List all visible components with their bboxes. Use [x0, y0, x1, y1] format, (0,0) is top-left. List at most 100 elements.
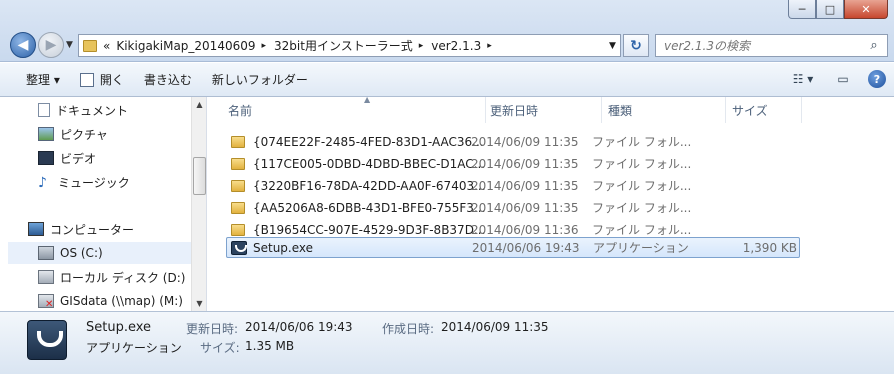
- change-view-button[interactable]: ☷ ▾: [788, 68, 818, 90]
- folder-icon: [231, 135, 245, 148]
- details-created-value: 2014/06/09 11:35: [441, 320, 549, 334]
- column-header-date[interactable]: 更新日時: [484, 97, 602, 123]
- open-label: 開く: [99, 73, 124, 87]
- file-date: 2014/06/09 11:35: [471, 156, 579, 171]
- music-icon: ♪: [38, 175, 47, 191]
- nav-item-label: ビデオ: [60, 151, 97, 166]
- nav-item-computer[interactable]: コンピューター: [28, 218, 188, 240]
- view-icon: ☷ ▾: [792, 72, 814, 86]
- maximize-button[interactable]: □: [816, 0, 844, 19]
- search-box[interactable]: ⌕: [655, 34, 888, 57]
- open-icon: [79, 72, 94, 87]
- folder-icon: [83, 39, 97, 52]
- video-icon: [38, 151, 54, 165]
- open-button[interactable]: 開く: [70, 68, 134, 92]
- nav-item-documents[interactable]: ドキュメント: [38, 99, 188, 121]
- nav-item-videos[interactable]: ビデオ: [38, 147, 188, 169]
- back-button[interactable]: ◀: [10, 32, 36, 58]
- search-icon[interactable]: ⌕: [861, 35, 887, 56]
- new-folder-label: 新しいフォルダー: [211, 73, 308, 87]
- file-date: 2014/06/09 11:35: [471, 178, 579, 193]
- organize-button[interactable]: 整理 ▾: [16, 68, 70, 92]
- column-header-label: 種類: [608, 103, 633, 118]
- preview-pane-button[interactable]: ▭: [828, 68, 858, 90]
- nav-item-label: ドキュメント: [56, 103, 129, 118]
- file-size: 1,390 KB: [742, 240, 797, 255]
- nav-item-os-c[interactable]: OS (C:): [8, 242, 192, 264]
- file-row[interactable]: {AA5206A8-6DBB-43D1-BFE0-755F3... 2014/0…: [226, 197, 800, 218]
- network-drive-icon: ✕: [38, 294, 54, 310]
- recent-pages-dropdown[interactable]: ▼: [66, 40, 73, 50]
- file-row[interactable]: {117CE005-0DBD-4DBD-BBEC-D1AC... 2014/06…: [226, 153, 800, 174]
- details-type: アプリケーション: [86, 341, 182, 355]
- forward-arrow-icon: ▶: [45, 37, 57, 53]
- file-row[interactable]: {3220BF16-78DA-42DD-AA0F-67403... 2014/0…: [226, 175, 800, 196]
- folder-icon: [231, 223, 245, 236]
- column-header-type[interactable]: 種類: [602, 97, 726, 123]
- file-name: Setup.exe: [253, 240, 314, 255]
- file-type: ファイル フォル...: [592, 201, 692, 215]
- details-modified-label: 更新日時:: [186, 322, 239, 336]
- column-header-label: 名前: [228, 103, 253, 118]
- new-folder-button[interactable]: 新しいフォルダー: [202, 68, 318, 92]
- file-date: 2014/06/09 11:35: [471, 200, 579, 215]
- search-input[interactable]: [664, 38, 854, 53]
- details-size-value: 1.35 MB: [245, 339, 295, 353]
- breadcrumb-separator-icon[interactable]: ▸: [487, 41, 492, 51]
- command-bar: 整理 ▾ 開く 書き込む 新しいフォルダー ☷ ▾ ▭ ?: [0, 63, 894, 97]
- details-created-label: 作成日時:: [382, 322, 435, 336]
- file-type: ファイル フォル...: [592, 135, 692, 149]
- document-icon: [38, 103, 50, 117]
- refresh-button[interactable]: ↻: [623, 34, 649, 57]
- chevron-down-icon: ▼: [609, 40, 616, 51]
- file-name: {074EE22F-2485-4FED-83D1-AAC36...: [253, 134, 484, 149]
- column-header-name[interactable]: ▲ 名前: [222, 95, 486, 123]
- breadcrumb-segment[interactable]: KikigakiMap_20140609: [116, 39, 255, 53]
- breadcrumb-separator-icon[interactable]: ▸: [419, 41, 424, 51]
- nav-item-pictures[interactable]: ピクチャ: [38, 123, 188, 145]
- preview-pane-icon: ▭: [837, 72, 849, 86]
- nav-item-gisdata-m[interactable]: ✕ GISdata (\\map) (M:): [38, 290, 192, 312]
- file-name: {B19654CC-907E-4529-9D3F-8B37D...: [253, 222, 486, 237]
- computer-icon: [28, 222, 44, 236]
- file-date: 2014/06/09 11:36: [471, 222, 579, 237]
- drive-icon: [38, 270, 54, 284]
- picture-icon: [38, 127, 54, 141]
- file-row[interactable]: {074EE22F-2485-4FED-83D1-AAC36... 2014/0…: [226, 131, 800, 152]
- address-bar[interactable]: « KikigakiMap_20140609 ▸ 32bit用インストーラー式 …: [78, 34, 621, 57]
- folder-icon: [231, 157, 245, 170]
- minimize-button[interactable]: ─: [788, 0, 816, 19]
- file-type: ファイル フォル...: [592, 157, 692, 171]
- details-pane: Setup.exe アプリケーション 更新日時: 2014/06/06 19:4…: [0, 311, 894, 374]
- address-history-dropdown[interactable]: ▼: [604, 34, 621, 57]
- details-size-label: サイズ:: [200, 341, 240, 355]
- nav-item-label: ミュージック: [58, 175, 130, 190]
- organize-label: 整理 ▾: [26, 73, 60, 87]
- scroll-down-icon[interactable]: ▼: [192, 296, 207, 311]
- help-icon: ?: [873, 72, 881, 86]
- burn-button[interactable]: 書き込む: [134, 68, 202, 92]
- file-row-selected[interactable]: Setup.exe 2014/06/06 19:43 アプリケーション 1,39…: [226, 237, 800, 258]
- nav-item-local-disk-d[interactable]: ローカル ディスク (D:): [38, 266, 192, 288]
- nav-scrollbar[interactable]: ▲ ▼: [191, 97, 206, 311]
- file-name: {3220BF16-78DA-42DD-AA0F-67403...: [253, 178, 486, 193]
- close-button[interactable]: ✕: [844, 0, 888, 19]
- scroll-up-icon[interactable]: ▲: [192, 97, 207, 112]
- refresh-icon: ↻: [630, 37, 642, 54]
- column-header-size[interactable]: サイズ: [726, 97, 802, 123]
- help-button[interactable]: ?: [868, 70, 886, 88]
- breadcrumb-segment[interactable]: 32bit用インストーラー式: [274, 37, 413, 54]
- scroll-thumb[interactable]: [193, 157, 206, 195]
- column-header-label: 更新日時: [490, 103, 539, 118]
- breadcrumb-separator-icon[interactable]: ▸: [262, 41, 267, 51]
- nav-item-music[interactable]: ♪ ミュージック: [38, 171, 188, 193]
- breadcrumb-segment[interactable]: ver2.1.3: [431, 39, 481, 53]
- nav-item-label: ピクチャ: [60, 127, 108, 142]
- window-controls: ─ □ ✕: [788, 0, 888, 19]
- back-arrow-icon: ◀: [17, 37, 29, 53]
- forward-button[interactable]: ▶: [38, 32, 64, 58]
- setup-app-large-icon: [27, 320, 67, 360]
- breadcrumb-overflow[interactable]: «: [103, 39, 110, 53]
- details-filename: Setup.exe: [86, 320, 152, 335]
- navigation-pane: ドキュメント ピクチャ ビデオ ♪ ミュージック コンピューター OS (C:)…: [0, 97, 207, 311]
